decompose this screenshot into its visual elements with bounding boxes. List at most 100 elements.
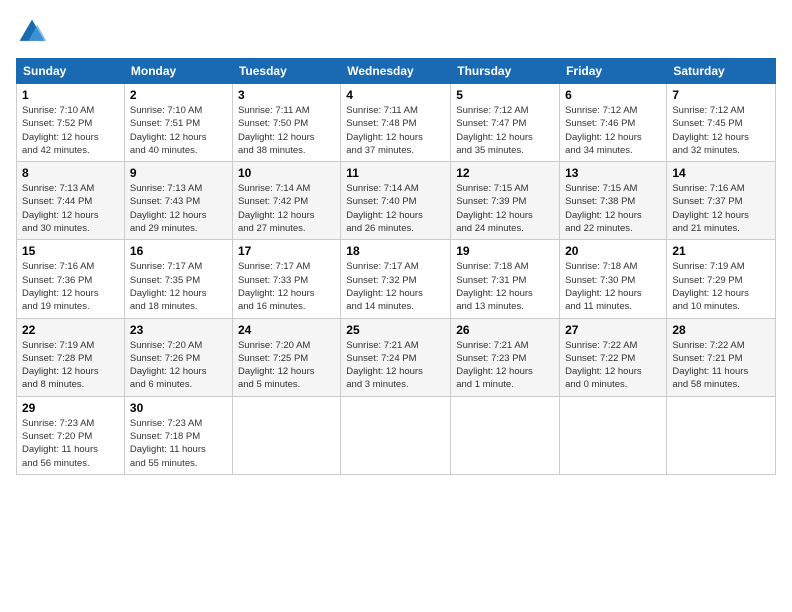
header-row: SundayMondayTuesdayWednesdayThursdayFrid… — [17, 59, 776, 84]
day-cell: 16Sunrise: 7:17 AM Sunset: 7:35 PM Dayli… — [124, 240, 232, 318]
day-cell — [451, 396, 560, 474]
day-cell: 1 Sunrise: 7:10 AM Sunset: 7:52 PM Daylig… — [17, 84, 125, 162]
day-info: Sunrise: 7:11 AM Sunset: 7:50 PM Dayligh… — [238, 104, 335, 157]
day-info: Sunrise: 7:23 AM Sunset: 7:18 PM Dayligh… — [130, 417, 227, 470]
day-info: Sunrise: 7:17 AM Sunset: 7:33 PM Dayligh… — [238, 260, 335, 313]
day-number: 29 — [22, 401, 119, 415]
col-header-friday: Friday — [560, 59, 667, 84]
day-info: Sunrise: 7:13 AM Sunset: 7:44 PM Dayligh… — [22, 182, 119, 235]
day-number: 15 — [22, 244, 119, 258]
day-number: 23 — [130, 323, 227, 337]
day-info: Sunrise: 7:18 AM Sunset: 7:31 PM Dayligh… — [456, 260, 554, 313]
col-header-sunday: Sunday — [17, 59, 125, 84]
day-number: 27 — [565, 323, 661, 337]
day-cell: 11 Sunrise: 7:14 AM Sunset: 7:40 PM Dayli… — [341, 162, 451, 240]
day-number: 12 — [456, 166, 554, 180]
col-header-thursday: Thursday — [451, 59, 560, 84]
day-number: 4 — [346, 88, 445, 102]
day-number: 16 — [130, 244, 227, 258]
day-cell — [232, 396, 340, 474]
day-number: 5 — [456, 88, 554, 102]
day-cell: 14Sunrise: 7:16 AM Sunset: 7:37 PM Dayli… — [667, 162, 776, 240]
day-number: 11 — [346, 166, 445, 180]
day-info: Sunrise: 7:14 AM Sunset: 7:42 PM Dayligh… — [238, 182, 335, 235]
day-cell: 9Sunrise: 7:13 AM Sunset: 7:43 PM Daylig… — [124, 162, 232, 240]
day-number: 24 — [238, 323, 335, 337]
day-number: 21 — [672, 244, 770, 258]
week-row-1: 1 Sunrise: 7:10 AM Sunset: 7:52 PM Daylig… — [17, 84, 776, 162]
day-cell: 26 Sunrise: 7:21 AM Sunset: 7:23 PM Dayli… — [451, 318, 560, 396]
day-cell: 5 Sunrise: 7:12 AM Sunset: 7:47 PM Daylig… — [451, 84, 560, 162]
day-info: Sunrise: 7:20 AM Sunset: 7:26 PM Dayligh… — [130, 339, 227, 392]
day-cell: 2 Sunrise: 7:10 AM Sunset: 7:51 PM Daylig… — [124, 84, 232, 162]
day-cell: 3Sunrise: 7:11 AM Sunset: 7:50 PM Daylig… — [232, 84, 340, 162]
day-info: Sunrise: 7:18 AM Sunset: 7:30 PM Dayligh… — [565, 260, 661, 313]
day-cell: 19 Sunrise: 7:18 AM Sunset: 7:31 PM Dayli… — [451, 240, 560, 318]
day-info: Sunrise: 7:12 AM Sunset: 7:47 PM Dayligh… — [456, 104, 554, 157]
day-info: Sunrise: 7:10 AM Sunset: 7:51 PM Dayligh… — [130, 104, 227, 157]
col-header-saturday: Saturday — [667, 59, 776, 84]
day-info: Sunrise: 7:11 AM Sunset: 7:48 PM Dayligh… — [346, 104, 445, 157]
day-cell — [560, 396, 667, 474]
day-number: 20 — [565, 244, 661, 258]
day-cell: 23 Sunrise: 7:20 AM Sunset: 7:26 PM Dayli… — [124, 318, 232, 396]
day-info: Sunrise: 7:10 AM Sunset: 7:52 PM Dayligh… — [22, 104, 119, 157]
day-cell — [341, 396, 451, 474]
day-cell: 28 Sunrise: 7:22 AM Sunset: 7:21 PM Dayli… — [667, 318, 776, 396]
day-info: Sunrise: 7:19 AM Sunset: 7:29 PM Dayligh… — [672, 260, 770, 313]
day-info: Sunrise: 7:12 AM Sunset: 7:45 PM Dayligh… — [672, 104, 770, 157]
day-cell: 13 Sunrise: 7:15 AM Sunset: 7:38 PM Dayli… — [560, 162, 667, 240]
day-number: 6 — [565, 88, 661, 102]
day-info: Sunrise: 7:15 AM Sunset: 7:38 PM Dayligh… — [565, 182, 661, 235]
day-info: Sunrise: 7:22 AM Sunset: 7:22 PM Dayligh… — [565, 339, 661, 392]
day-cell: 29 Sunrise: 7:23 AM Sunset: 7:20 PM Dayli… — [17, 396, 125, 474]
day-number: 26 — [456, 323, 554, 337]
logo-icon — [16, 16, 48, 48]
day-number: 8 — [22, 166, 119, 180]
day-number: 1 — [22, 88, 119, 102]
day-cell: 30 Sunrise: 7:23 AM Sunset: 7:18 PM Dayli… — [124, 396, 232, 474]
day-cell: 10 Sunrise: 7:14 AM Sunset: 7:42 PM Dayli… — [232, 162, 340, 240]
day-cell: 22Sunrise: 7:19 AM Sunset: 7:28 PM Dayli… — [17, 318, 125, 396]
day-cell: 4 Sunrise: 7:11 AM Sunset: 7:48 PM Daylig… — [341, 84, 451, 162]
day-number: 25 — [346, 323, 445, 337]
day-cell: 15 Sunrise: 7:16 AM Sunset: 7:36 PM Dayli… — [17, 240, 125, 318]
page: SundayMondayTuesdayWednesdayThursdayFrid… — [0, 0, 792, 612]
day-cell: 12 Sunrise: 7:15 AM Sunset: 7:39 PM Dayli… — [451, 162, 560, 240]
day-number: 28 — [672, 323, 770, 337]
day-info: Sunrise: 7:13 AM Sunset: 7:43 PM Dayligh… — [130, 182, 227, 235]
day-cell: 17 Sunrise: 7:17 AM Sunset: 7:33 PM Dayli… — [232, 240, 340, 318]
day-number: 14 — [672, 166, 770, 180]
week-row-4: 22Sunrise: 7:19 AM Sunset: 7:28 PM Dayli… — [17, 318, 776, 396]
day-number: 22 — [22, 323, 119, 337]
day-number: 19 — [456, 244, 554, 258]
col-header-tuesday: Tuesday — [232, 59, 340, 84]
day-info: Sunrise: 7:17 AM Sunset: 7:32 PM Dayligh… — [346, 260, 445, 313]
day-info: Sunrise: 7:14 AM Sunset: 7:40 PM Dayligh… — [346, 182, 445, 235]
day-number: 30 — [130, 401, 227, 415]
day-info: Sunrise: 7:16 AM Sunset: 7:36 PM Dayligh… — [22, 260, 119, 313]
calendar-table: SundayMondayTuesdayWednesdayThursdayFrid… — [16, 58, 776, 475]
day-number: 10 — [238, 166, 335, 180]
day-info: Sunrise: 7:22 AM Sunset: 7:21 PM Dayligh… — [672, 339, 770, 392]
day-info: Sunrise: 7:20 AM Sunset: 7:25 PM Dayligh… — [238, 339, 335, 392]
logo — [16, 16, 52, 48]
day-cell: 20 Sunrise: 7:18 AM Sunset: 7:30 PM Dayli… — [560, 240, 667, 318]
day-number: 17 — [238, 244, 335, 258]
day-number: 13 — [565, 166, 661, 180]
col-header-wednesday: Wednesday — [341, 59, 451, 84]
day-cell: 27 Sunrise: 7:22 AM Sunset: 7:22 PM Dayli… — [560, 318, 667, 396]
day-info: Sunrise: 7:21 AM Sunset: 7:23 PM Dayligh… — [456, 339, 554, 392]
week-row-5: 29 Sunrise: 7:23 AM Sunset: 7:20 PM Dayli… — [17, 396, 776, 474]
day-info: Sunrise: 7:12 AM Sunset: 7:46 PM Dayligh… — [565, 104, 661, 157]
week-row-3: 15 Sunrise: 7:16 AM Sunset: 7:36 PM Dayli… — [17, 240, 776, 318]
week-row-2: 8 Sunrise: 7:13 AM Sunset: 7:44 PM Daylig… — [17, 162, 776, 240]
day-number: 2 — [130, 88, 227, 102]
day-info: Sunrise: 7:15 AM Sunset: 7:39 PM Dayligh… — [456, 182, 554, 235]
day-info: Sunrise: 7:23 AM Sunset: 7:20 PM Dayligh… — [22, 417, 119, 470]
day-cell: 24 Sunrise: 7:20 AM Sunset: 7:25 PM Dayli… — [232, 318, 340, 396]
day-cell — [667, 396, 776, 474]
col-header-monday: Monday — [124, 59, 232, 84]
day-number: 18 — [346, 244, 445, 258]
day-cell: 6 Sunrise: 7:12 AM Sunset: 7:46 PM Daylig… — [560, 84, 667, 162]
